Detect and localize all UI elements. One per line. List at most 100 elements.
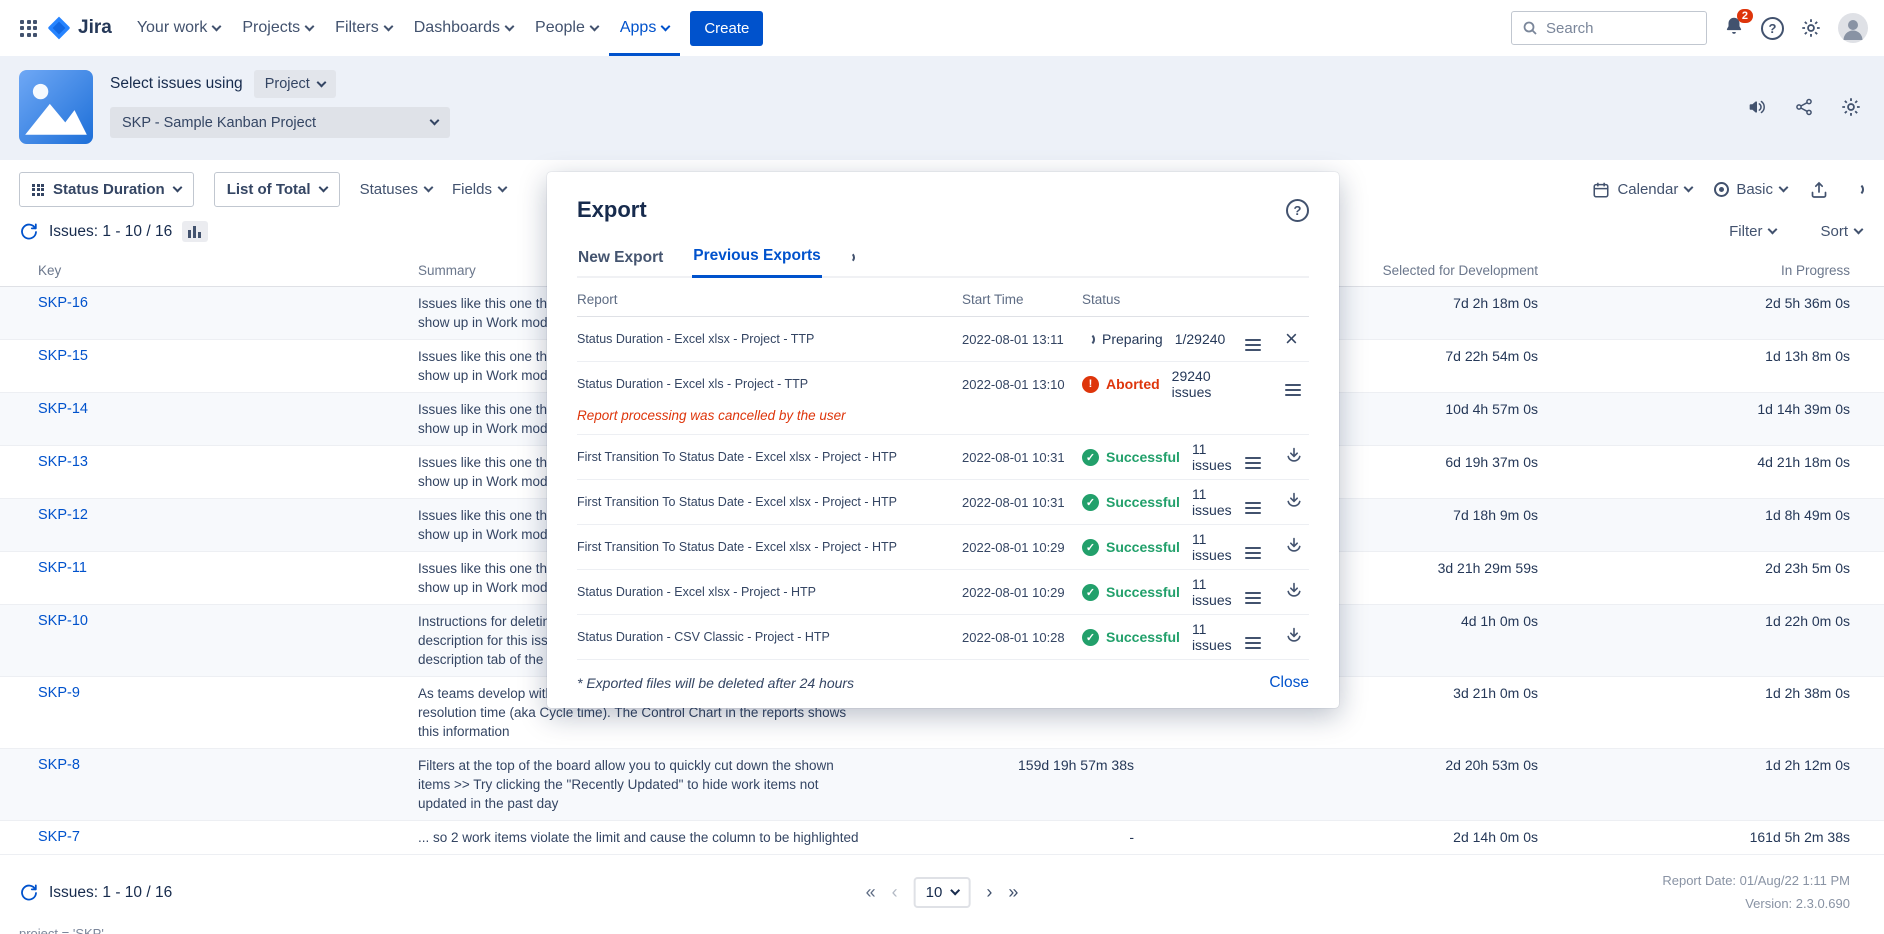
- last-page-button[interactable]: »: [1008, 882, 1018, 903]
- fields-dropdown[interactable]: Fields: [452, 181, 506, 198]
- export-table-header: Report Start Time Status: [577, 278, 1309, 317]
- jira-logo[interactable]: Jira: [47, 16, 112, 40]
- export-status-label: Successful: [1106, 449, 1180, 465]
- export-report-name: First Transition To Status Date - Excel …: [577, 495, 962, 509]
- export-column-report: Report: [577, 292, 962, 307]
- filter-dropdown[interactable]: Filter: [1729, 223, 1776, 240]
- tab-previous-exports[interactable]: Previous Exports: [692, 239, 822, 278]
- issue-key-link[interactable]: SKP-10: [38, 605, 418, 638]
- statuses-dropdown[interactable]: Statuses: [360, 181, 432, 198]
- app-settings-gear-icon[interactable]: [1840, 96, 1862, 118]
- create-button[interactable]: Create: [690, 11, 763, 46]
- report-type-dropdown[interactable]: Status Duration: [19, 172, 194, 207]
- close-dialog-link[interactable]: Close: [1269, 674, 1309, 692]
- previous-page-button[interactable]: ‹: [892, 882, 898, 903]
- issue-key-link[interactable]: SKP-13: [38, 446, 418, 479]
- issue-key-link[interactable]: SKP-16: [38, 287, 418, 320]
- issue-key-link[interactable]: SKP-7: [38, 821, 418, 854]
- export-report-name: First Transition To Status Date - Excel …: [577, 540, 962, 554]
- export-status-detail: 29240 issues: [1172, 368, 1245, 400]
- export-row: First Transition To Status Date - Excel …: [577, 435, 1309, 480]
- export-row: Status Duration - Excel xls - Project - …: [577, 362, 1309, 435]
- download-export-icon[interactable]: [1285, 541, 1303, 558]
- issue-key-link[interactable]: SKP-9: [38, 677, 418, 710]
- bar-chart-icon: [188, 225, 202, 238]
- export-tabs: New Export Previous Exports: [577, 239, 1309, 278]
- download-export-icon[interactable]: [1285, 496, 1303, 513]
- refresh-icon[interactable]: [19, 222, 39, 242]
- duration-other-cell: 159d 19h 57m 38s: [934, 749, 1134, 782]
- tab-new-export[interactable]: New Export: [577, 241, 664, 277]
- download-export-icon[interactable]: [1285, 586, 1303, 603]
- app-header-band: Select issues using Project SKP - Sample…: [0, 56, 1884, 160]
- nav-item-your-work[interactable]: Your work: [126, 0, 232, 56]
- duration-in-progress-cell: 1d 13h 8m 0s: [1538, 340, 1850, 373]
- duration-in-progress-cell: 161d 5h 2m 38s: [1538, 821, 1850, 854]
- dialog-help-icon[interactable]: ?: [1286, 199, 1309, 222]
- export-row-menu-icon[interactable]: [1245, 457, 1261, 469]
- tab-loading-spinner-icon: [844, 252, 855, 263]
- notifications-button[interactable]: 2: [1723, 15, 1745, 42]
- export-row-menu-icon[interactable]: [1245, 637, 1261, 649]
- export-icon[interactable]: [1809, 180, 1829, 200]
- issue-key-link[interactable]: SKP-12: [38, 499, 418, 532]
- issue-key-link[interactable]: SKP-15: [38, 340, 418, 373]
- success-status-icon: ✓: [1082, 629, 1099, 646]
- export-row-menu-icon[interactable]: [1245, 592, 1261, 604]
- issue-key-link[interactable]: SKP-11: [38, 552, 418, 585]
- global-search[interactable]: [1511, 11, 1707, 45]
- chart-view-button[interactable]: [182, 221, 208, 242]
- export-row-menu-icon[interactable]: [1285, 384, 1301, 396]
- nav-item-apps[interactable]: Apps: [609, 0, 680, 56]
- page-size-select[interactable]: 10: [914, 877, 971, 908]
- issues-count-text: Issues: 1 - 10 / 16: [49, 223, 172, 241]
- report-date-text: Report Date: 01/Aug/22 1:11 PM: [1662, 870, 1850, 893]
- chevron-down-icon: [424, 183, 434, 193]
- export-status: ✓Successful11 issues: [1082, 531, 1245, 563]
- export-row-menu-icon[interactable]: [1245, 502, 1261, 514]
- share-icon[interactable]: [1794, 97, 1814, 117]
- project-select[interactable]: SKP - Sample Kanban Project: [110, 107, 450, 138]
- chevron-down-icon: [1854, 225, 1864, 235]
- export-status-label: Successful: [1106, 539, 1180, 555]
- nav-item-dashboards[interactable]: Dashboards: [403, 0, 524, 56]
- chevron-down-icon: [950, 886, 960, 896]
- export-row: First Transition To Status Date - Excel …: [577, 480, 1309, 525]
- help-button[interactable]: ?: [1761, 17, 1784, 40]
- next-page-button[interactable]: ›: [986, 882, 992, 903]
- download-export-icon[interactable]: [1285, 451, 1303, 468]
- download-export-icon[interactable]: [1285, 631, 1303, 648]
- first-page-button[interactable]: «: [866, 882, 876, 903]
- list-type-dropdown[interactable]: List of Total: [214, 172, 340, 207]
- export-start-time: 2022-08-01 10:29: [962, 540, 1082, 555]
- export-row-menu-icon[interactable]: [1245, 339, 1261, 351]
- export-report-name: Status Duration - Excel xlsx - Project -…: [577, 585, 962, 599]
- export-row-menu-icon[interactable]: [1245, 547, 1261, 559]
- refresh-icon[interactable]: [19, 883, 39, 903]
- chevron-down-icon: [383, 21, 393, 31]
- sort-dropdown[interactable]: Sort: [1820, 223, 1862, 240]
- settings-gear-icon[interactable]: [1800, 17, 1822, 39]
- export-report-name: Status Duration - Excel xlsx - Project -…: [577, 332, 962, 346]
- jira-logo-icon: [47, 16, 71, 40]
- calendar-dropdown[interactable]: Calendar: [1592, 181, 1692, 199]
- duration-in-progress-cell: 2d 5h 36m 0s: [1538, 287, 1850, 320]
- export-status: ✓Successful11 issues: [1082, 486, 1245, 518]
- issue-key-link[interactable]: SKP-8: [38, 749, 418, 782]
- search-icon: [1522, 20, 1538, 36]
- issue-key-link[interactable]: SKP-14: [38, 393, 418, 426]
- scope-mode-dropdown[interactable]: Project: [254, 70, 336, 98]
- project-select-value: SKP - Sample Kanban Project: [122, 115, 316, 131]
- view-mode-dropdown[interactable]: Basic: [1714, 181, 1787, 198]
- nav-item-filters[interactable]: Filters: [324, 0, 403, 56]
- nav-item-projects[interactable]: Projects: [231, 0, 324, 56]
- app-switcher-icon[interactable]: [20, 20, 37, 37]
- feedback-megaphone-icon[interactable]: [1746, 96, 1768, 118]
- search-input[interactable]: [1546, 20, 1686, 37]
- nav-item-people[interactable]: People: [524, 0, 609, 56]
- cancel-export-icon[interactable]: ×: [1285, 326, 1298, 351]
- chevron-down-icon: [305, 21, 315, 31]
- export-error-note: Report processing was cancelled by the u…: [577, 406, 1309, 434]
- user-avatar[interactable]: [1838, 13, 1868, 43]
- loading-spinner-icon: [1851, 183, 1864, 196]
